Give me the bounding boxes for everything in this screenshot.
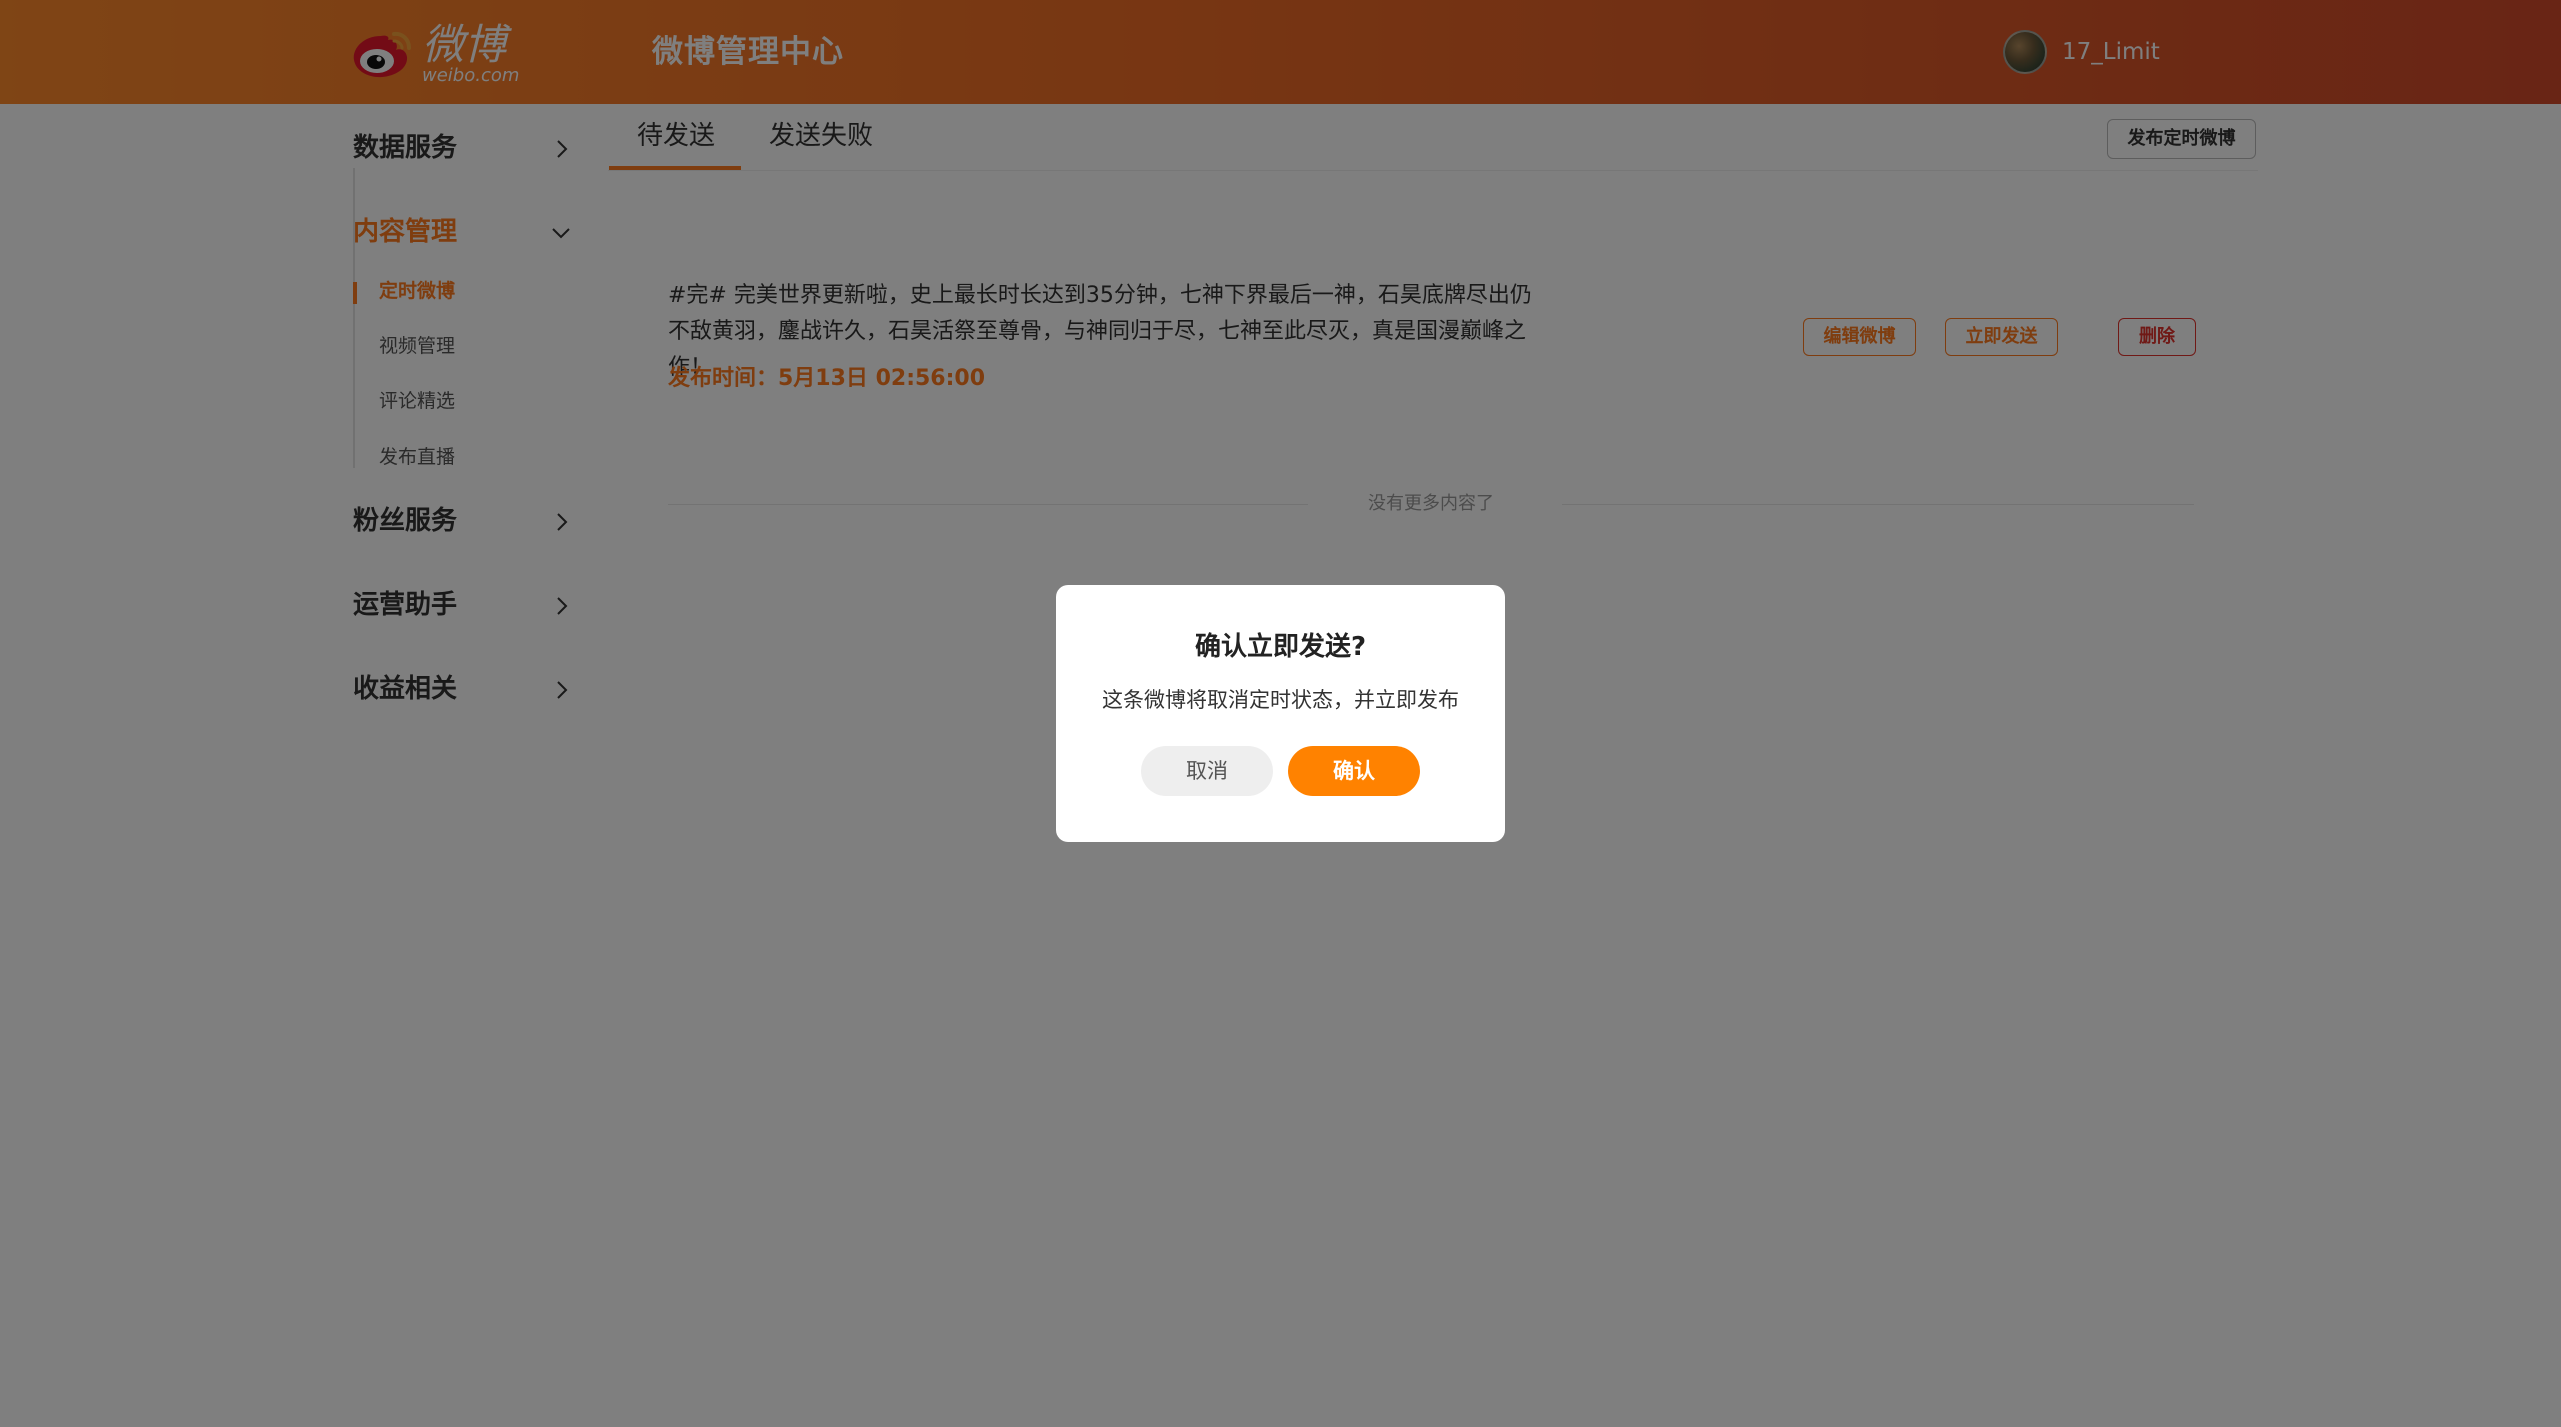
confirm-button[interactable]: 确认: [1288, 746, 1420, 796]
dialog-message: 这条微博将取消定时状态，并立即发布: [1102, 688, 1459, 712]
cancel-button[interactable]: 取消: [1141, 746, 1273, 796]
confirm-send-dialog: 确认立即发送? 这条微博将取消定时状态，并立即发布 取消 确认: [1056, 585, 1505, 842]
dialog-title: 确认立即发送?: [1194, 632, 1367, 662]
